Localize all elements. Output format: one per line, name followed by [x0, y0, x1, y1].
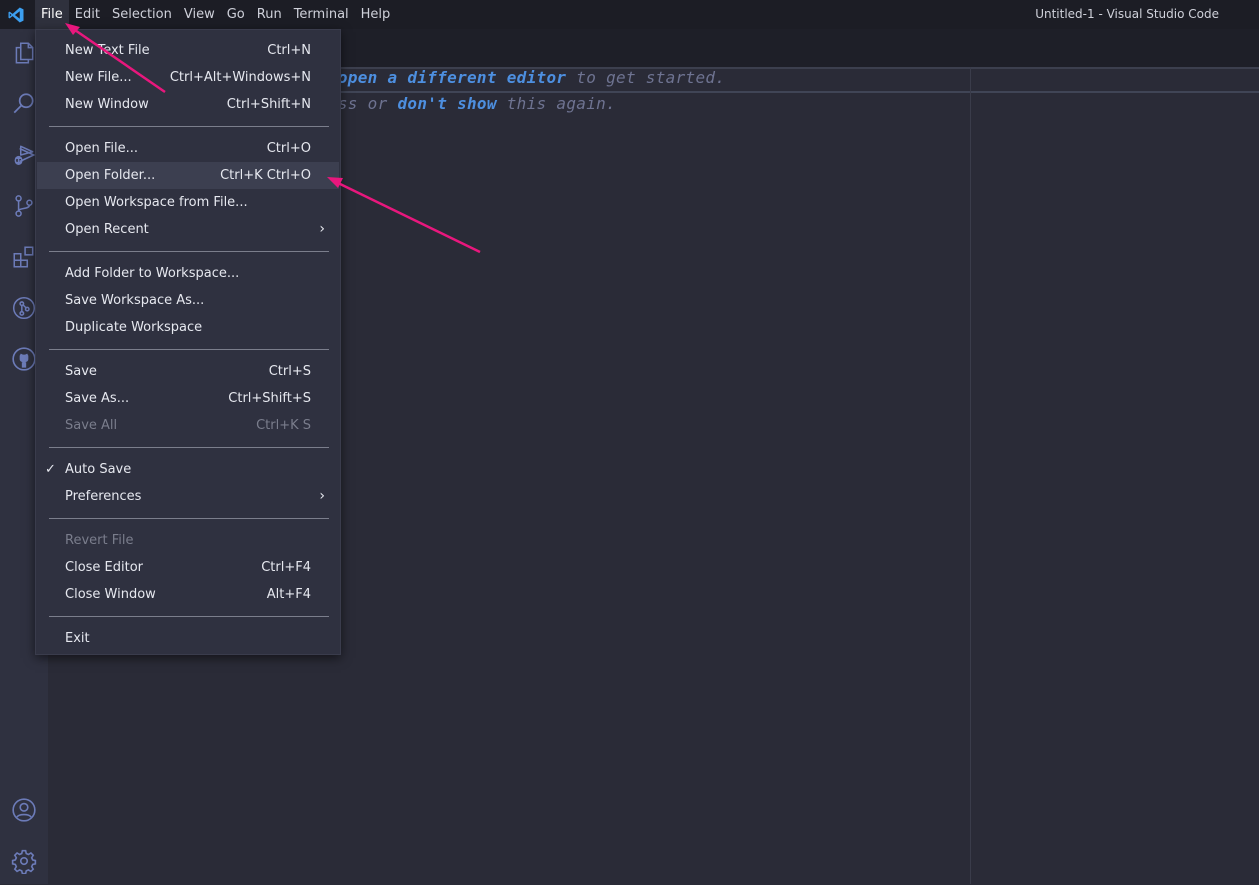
menu-item-label: Save: [65, 364, 97, 379]
menu-item-label: Open Workspace from File...: [65, 195, 248, 210]
menu-item-new-window[interactable]: New Window Ctrl+Shift+N: [37, 91, 339, 118]
menu-separator: [49, 349, 329, 350]
menu-item-label: New File...: [65, 70, 132, 85]
hint-text: this again.: [496, 94, 616, 113]
menu-separator: [49, 447, 329, 448]
menu-item-label: Revert File: [65, 533, 134, 548]
menu-terminal[interactable]: Terminal: [288, 0, 355, 29]
window-title: Untitled-1 - Visual Studio Code: [1035, 7, 1219, 21]
menu-item-save[interactable]: Save Ctrl+S: [37, 358, 339, 385]
menu-item-shortcut: Ctrl+K S: [256, 418, 311, 433]
hint-text: to get started.: [566, 68, 726, 87]
menu-item-label: Save Workspace As...: [65, 293, 205, 308]
dont-show-again-link[interactable]: don't show: [397, 94, 496, 113]
menu-view[interactable]: View: [178, 0, 221, 29]
menu-run[interactable]: Run: [251, 0, 288, 29]
menu-item-shortcut: Ctrl+Shift+S: [228, 391, 311, 406]
menu-help[interactable]: Help: [355, 0, 397, 29]
menu-item-label: Duplicate Workspace: [65, 320, 203, 335]
menu-item-open-file[interactable]: Open File... Ctrl+O: [37, 135, 339, 162]
menu-item-shortcut: Ctrl+N: [267, 43, 311, 58]
vscode-logo-icon: [0, 0, 32, 29]
menu-item-shortcut: Ctrl+K Ctrl+O: [220, 168, 311, 183]
menu-separator: [49, 518, 329, 519]
account-icon[interactable]: [0, 786, 48, 834]
menu-file[interactable]: File: [35, 0, 69, 29]
menu-item-save-workspace-as[interactable]: Save Workspace As...: [37, 287, 339, 314]
menu-item-shortcut: Alt+F4: [266, 587, 311, 602]
menu-item-label: Preferences: [65, 489, 142, 504]
menu-item-open-workspace-from-file[interactable]: Open Workspace from File...: [37, 189, 339, 216]
editor-ruler: [970, 67, 971, 884]
menu-item-label: Add Folder to Workspace...: [65, 266, 240, 281]
menu-item-label: Close Window: [65, 587, 156, 602]
menu-edit[interactable]: Edit: [69, 0, 106, 29]
menu-item-shortcut: Ctrl+F4: [261, 560, 311, 575]
menu-bar: File Edit Selection View Go Run Terminal…: [35, 0, 396, 29]
menu-item-close-window[interactable]: Close Window Alt+F4: [37, 581, 339, 608]
menu-item-label: New Window: [65, 97, 149, 112]
menu-item-shortcut: Ctrl+O: [266, 141, 311, 156]
menu-item-label: Open Recent: [65, 222, 149, 237]
menu-item-open-recent[interactable]: Open Recent ›: [37, 216, 339, 243]
menu-item-shortcut: Ctrl+Shift+N: [226, 97, 311, 112]
menu-item-label: Auto Save: [65, 462, 132, 477]
menu-item-shortcut: Ctrl+S: [268, 364, 311, 379]
menu-go[interactable]: Go: [221, 0, 251, 29]
menu-item-new-text-file[interactable]: New Text File Ctrl+N: [37, 37, 339, 64]
menu-item-label: Open File...: [65, 141, 139, 156]
title-bar: File Edit Selection View Go Run Terminal…: [0, 0, 1259, 29]
menu-item-open-folder[interactable]: Open Folder... Ctrl+K Ctrl+O: [37, 162, 339, 189]
menu-item-label: New Text File: [65, 43, 150, 58]
menu-item-save-as[interactable]: Save As... Ctrl+Shift+S: [37, 385, 339, 412]
menu-selection[interactable]: Selection: [106, 0, 178, 29]
menu-item-label: Close Editor: [65, 560, 144, 575]
menu-separator: [49, 251, 329, 252]
menu-item-label: Save All: [65, 418, 118, 433]
settings-gear-icon[interactable]: [0, 837, 48, 885]
menu-item-label: Save As...: [65, 391, 130, 406]
file-menu-dropdown: New Text File Ctrl+N New File... Ctrl+Alt+…: [35, 29, 341, 655]
editor-hint-line-2: miss or don't show this again.: [318, 94, 616, 113]
menu-item-label: Open Folder...: [65, 168, 156, 183]
chevron-right-icon: ›: [319, 221, 325, 237]
editor-hint-line-1: r open a different editor to get started…: [318, 68, 725, 87]
menu-item-new-file[interactable]: New File... Ctrl+Alt+Windows+N: [37, 64, 339, 91]
menu-item-preferences[interactable]: Preferences ›: [37, 483, 339, 510]
menu-separator: [49, 126, 329, 127]
menu-separator: [49, 616, 329, 617]
menu-item-duplicate-workspace[interactable]: Duplicate Workspace: [37, 314, 339, 341]
checkmark-icon: ✓: [45, 462, 56, 477]
menu-item-exit[interactable]: Exit: [37, 625, 339, 652]
menu-item-revert-file: Revert File: [37, 527, 339, 554]
menu-item-auto-save[interactable]: ✓ Auto Save: [37, 456, 339, 483]
menu-item-close-editor[interactable]: Close Editor Ctrl+F4: [37, 554, 339, 581]
menu-item-shortcut: Ctrl+Alt+Windows+N: [169, 70, 311, 85]
open-different-editor-link[interactable]: open a different editor: [338, 68, 566, 87]
chevron-right-icon: ›: [319, 488, 325, 504]
menu-item-save-all: Save All Ctrl+K S: [37, 412, 339, 439]
menu-item-label: Exit: [65, 631, 90, 646]
menu-item-add-folder-to-workspace[interactable]: Add Folder to Workspace...: [37, 260, 339, 287]
